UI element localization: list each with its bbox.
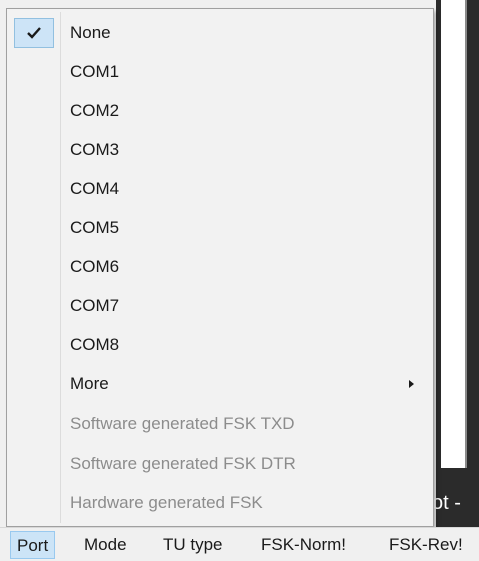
- menu-item-label: COM3: [70, 140, 120, 159]
- menubar-fsk-norm[interactable]: FSK-Norm!: [255, 531, 352, 559]
- menu-item-hardware-fsk: Hardware generated FSK: [10, 484, 430, 522]
- menu-item-label: Hardware generated FSK: [70, 493, 263, 512]
- submenu-arrow-icon: [409, 380, 414, 388]
- menu-item-com3[interactable]: COM3: [10, 131, 430, 169]
- menubar-mode[interactable]: Mode: [78, 531, 133, 559]
- menu-item-label: None: [70, 23, 111, 42]
- menu-item-label: Software generated FSK TXD: [70, 414, 295, 433]
- menu-item-label: COM5: [70, 218, 120, 237]
- background-scroll-panel: [441, 0, 467, 468]
- menu-item-label: COM8: [70, 335, 120, 354]
- menu-item-label: COM7: [70, 296, 120, 315]
- menu-item-label: COM4: [70, 179, 120, 198]
- menu-item-com5[interactable]: COM5: [10, 209, 430, 247]
- menubar-tu-type[interactable]: TU type: [157, 531, 229, 559]
- menu-item-com7[interactable]: COM7: [10, 287, 430, 325]
- menu-item-com6[interactable]: COM6: [10, 248, 430, 286]
- menu-item-software-fsk-dtr: Software generated FSK DTR: [10, 445, 430, 483]
- menu-item-label: More: [70, 374, 109, 393]
- background-partial-text: ot -: [432, 492, 461, 514]
- menu-item-com8[interactable]: COM8: [10, 326, 430, 364]
- menu-item-label: Software generated FSK DTR: [70, 454, 296, 473]
- menu-item-label: COM2: [70, 101, 120, 120]
- menu-item-com2[interactable]: COM2: [10, 92, 430, 130]
- menu-item-com4[interactable]: COM4: [10, 170, 430, 208]
- menu-item-label: COM1: [70, 62, 120, 81]
- menu-item-software-fsk-txd: Software generated FSK TXD: [10, 405, 430, 443]
- menu-item-none[interactable]: None: [10, 14, 430, 52]
- menu-item-more[interactable]: More: [10, 365, 430, 403]
- menubar-port[interactable]: Port: [10, 531, 56, 559]
- port-dropdown-menu: None COM1 COM2 COM3 COM4 COM5 COM6 COM7 …: [6, 8, 434, 527]
- menu-bar: Port Mode TU type FSK-Norm! FSK-Rev!: [0, 527, 479, 561]
- menu-item-label: COM6: [70, 257, 120, 276]
- checkmark-icon: [14, 18, 54, 48]
- menu-item-com1[interactable]: COM1: [10, 53, 430, 91]
- menubar-fsk-rev[interactable]: FSK-Rev!: [383, 531, 469, 559]
